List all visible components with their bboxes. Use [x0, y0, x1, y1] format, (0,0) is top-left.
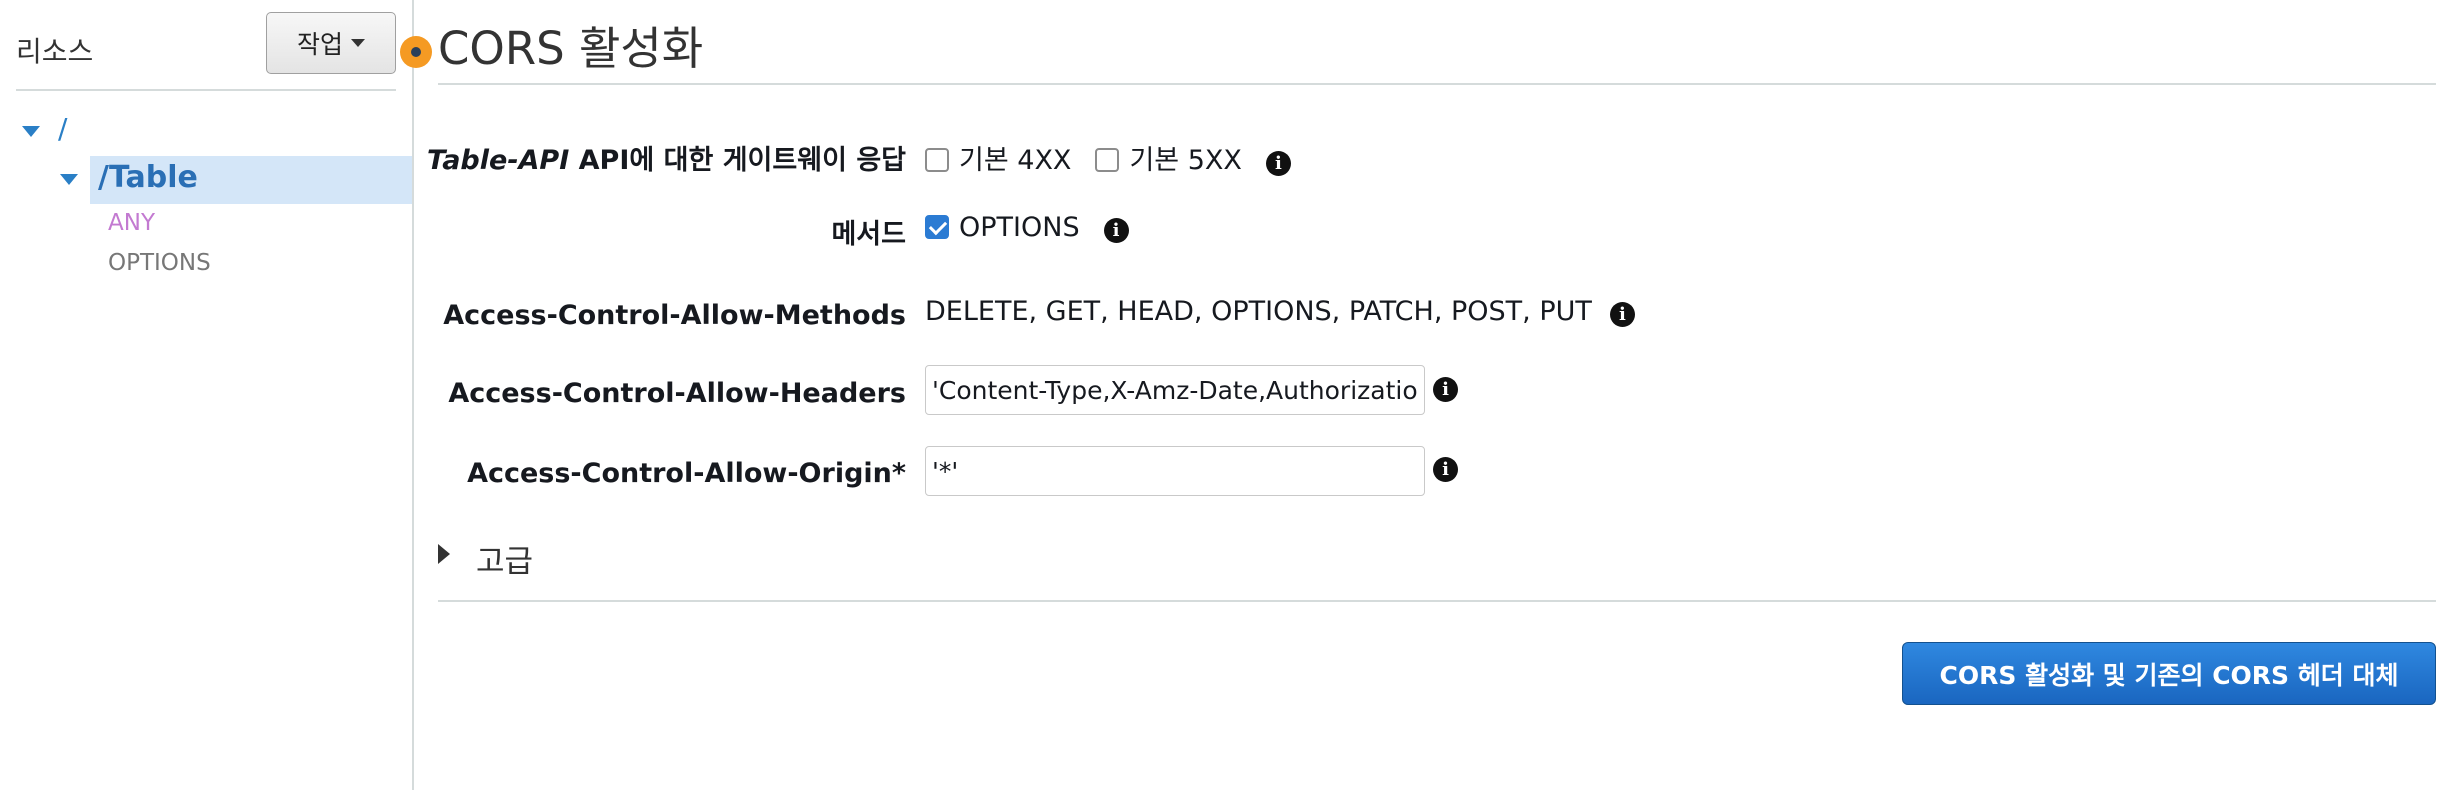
api-name: Table-API: [427, 145, 570, 176]
methods-options: OPTIONS i: [925, 212, 1129, 243]
default-5xx-option[interactable]: 기본 5XX: [1095, 145, 1242, 176]
gateway-label-text: API에 대한 게이트웨이 응답: [569, 145, 906, 176]
resources-sidebar: 리소스 작업 / /Table ANY OPTIONS: [0, 0, 414, 790]
actions-button-label: 작업: [296, 30, 343, 59]
caret-down-icon: [351, 39, 365, 47]
actions-button[interactable]: 작업: [266, 12, 396, 74]
info-icon[interactable]: i: [1609, 302, 1635, 327]
info-icon[interactable]: i: [1265, 151, 1291, 176]
tree-expand-icon[interactable]: [22, 126, 40, 137]
allow-headers-label: Access-Control-Allow-Headers: [448, 378, 906, 409]
resources-title: 리소스: [16, 35, 94, 68]
info-icon[interactable]: i: [1433, 457, 1458, 482]
allow-origin-input[interactable]: [925, 446, 1425, 496]
tree-item-table[interactable]: /Table: [98, 160, 198, 195]
caret-right-icon[interactable]: [438, 544, 450, 564]
info-icon[interactable]: i: [1103, 218, 1129, 243]
tree-method-any[interactable]: ANY: [108, 210, 155, 236]
default-5xx-label: 기본 5XX: [1129, 145, 1242, 176]
section-divider: [438, 600, 2436, 602]
allow-methods-value: DELETE, GET, HEAD, OPTIONS, PATCH, POST,…: [925, 296, 1592, 327]
info-icon[interactable]: i: [1433, 377, 1458, 402]
tree-expand-icon[interactable]: [60, 174, 78, 185]
methods-label: 메서드: [831, 219, 906, 250]
page-title: CORS 활성화: [438, 22, 704, 75]
gateway-responses-options: 기본 4XX 기본 5XX i: [925, 138, 1291, 177]
tree-method-options[interactable]: OPTIONS: [108, 250, 211, 276]
allow-methods-row: DELETE, GET, HEAD, OPTIONS, PATCH, POST,…: [925, 296, 1635, 327]
options-method-option[interactable]: OPTIONS: [925, 212, 1080, 243]
allow-origin-label: Access-Control-Allow-Origin*: [467, 458, 906, 489]
sidebar-divider: [16, 89, 396, 91]
tree-item-root[interactable]: /: [58, 112, 67, 145]
options-method-label: OPTIONS: [959, 212, 1080, 243]
default-4xx-label: 기본 4XX: [959, 145, 1072, 176]
allow-headers-input[interactable]: [925, 365, 1425, 415]
enable-cors-button[interactable]: CORS 활성화 및 기존의 CORS 헤더 대체: [1902, 642, 2436, 705]
title-divider: [438, 83, 2436, 85]
default-4xx-option[interactable]: 기본 4XX: [925, 145, 1071, 176]
options-method-checkbox[interactable]: [925, 215, 949, 239]
panel-resize-handle[interactable]: [400, 36, 432, 68]
allow-methods-label: Access-Control-Allow-Methods: [443, 300, 906, 331]
default-5xx-checkbox[interactable]: [1095, 148, 1120, 172]
default-4xx-checkbox[interactable]: [925, 148, 949, 172]
advanced-section-toggle[interactable]: 고급: [476, 536, 533, 581]
gateway-responses-label: Table-API API에 대한 게이트웨이 응답: [427, 138, 906, 177]
